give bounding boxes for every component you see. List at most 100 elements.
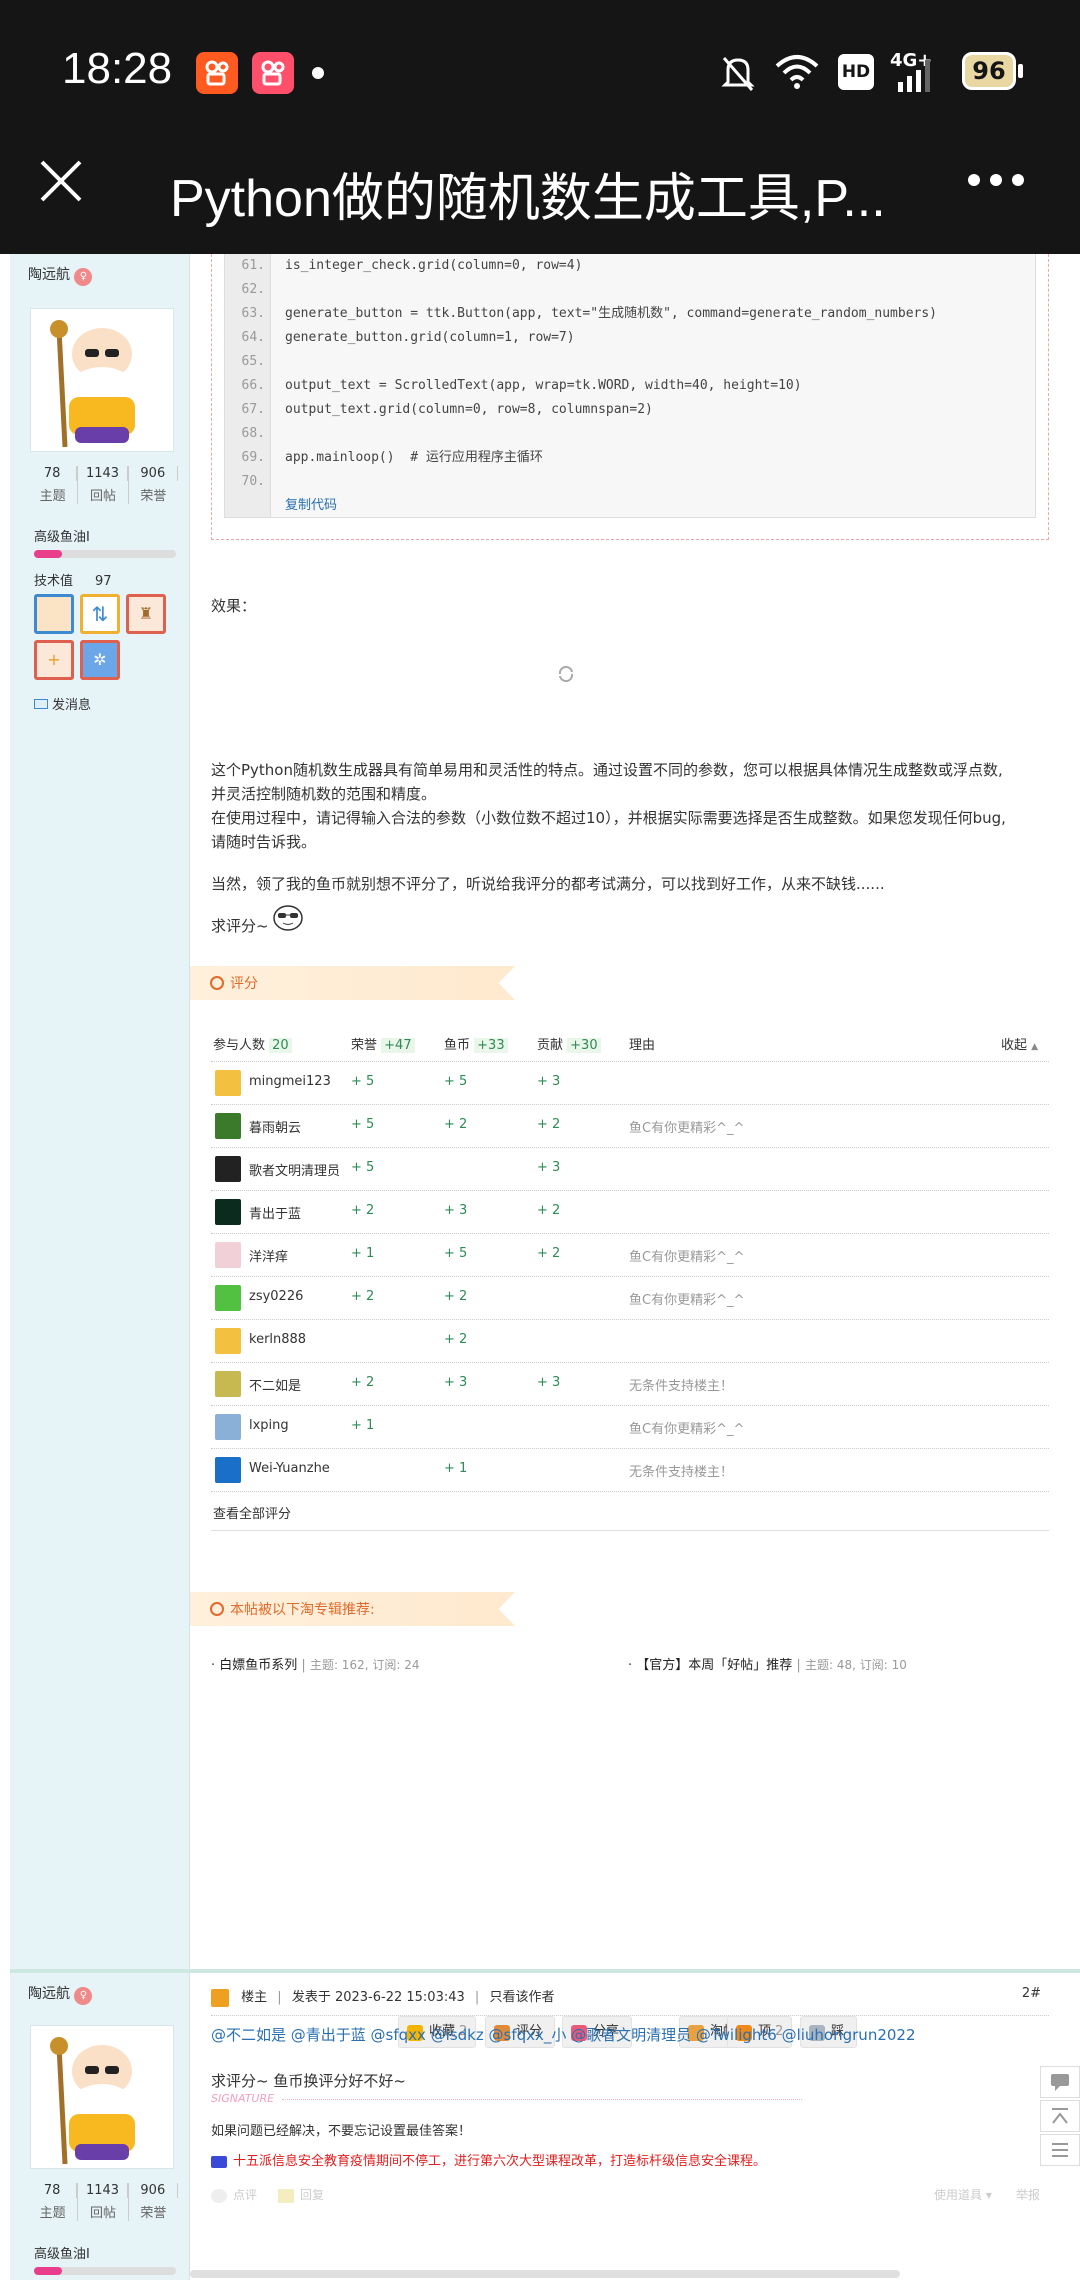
- medal-icon[interactable]: ⇅: [80, 594, 120, 634]
- album-name: 【官方】本周「好帖」推荐: [636, 1658, 793, 1673]
- stat-value: 78: [28, 2183, 78, 2198]
- rating-user[interactable]: 歌者文明清理员: [249, 1160, 340, 1179]
- rating-contrib: + 2: [537, 1246, 561, 1261]
- rating-coin: + 2: [444, 1289, 468, 1304]
- user-avatar[interactable]: [215, 1285, 241, 1311]
- post2-meta: 楼主 | 发表于 2023-6-22 15:03:43 | 只看该作者 2#: [211, 1986, 1049, 2016]
- signature-label: SIGNATURE: [211, 2092, 811, 2105]
- avatar[interactable]: [30, 308, 174, 452]
- signature-line: 如果问题已经解决，不要忘记设置最佳答案！: [211, 2124, 472, 2139]
- close-icon[interactable]: [38, 158, 84, 204]
- rating-coin: + 2: [444, 1332, 468, 1347]
- comment-tool-button[interactable]: [1040, 2066, 1080, 2098]
- stat-topics[interactable]: 78 主题: [28, 2183, 79, 2221]
- stat-replies[interactable]: 1143 回帖: [78, 466, 129, 504]
- author-name[interactable]: 陶远航 ♀: [28, 1983, 93, 2005]
- user-avatar[interactable]: [215, 1242, 241, 1268]
- line-text: output_text = ScrolledText(app, wrap=tk.…: [285, 378, 802, 393]
- line-number: 63.: [241, 306, 265, 321]
- stat-label: 荣誉: [140, 2206, 167, 2221]
- loading-image-icon: [558, 665, 574, 683]
- only-author-link[interactable]: 只看该作者: [489, 1990, 554, 2005]
- avatar[interactable]: [30, 2025, 174, 2169]
- user-avatar[interactable]: [215, 1113, 241, 1139]
- status-bar: 18:28 HD 4G+ 96: [0, 0, 1080, 140]
- more-options-icon[interactable]: [966, 172, 1026, 188]
- send-message-link[interactable]: 发消息: [34, 694, 91, 713]
- stat-topics[interactable]: 78 主题: [28, 466, 79, 504]
- code-line: 68.: [225, 422, 285, 446]
- mute-bell-icon: [721, 57, 755, 91]
- rating-honor: + 2: [351, 1375, 375, 1390]
- effect-label: 效果：: [211, 597, 257, 615]
- medal-icon[interactable]: ✲: [80, 640, 120, 680]
- recommend-section-header: 本帖被以下淘专辑推荐:: [190, 1592, 515, 1626]
- horizontal-scrollbar[interactable]: [190, 2270, 900, 2278]
- stat-value: 78: [28, 466, 78, 481]
- back-to-top-icon: [1052, 2108, 1068, 2124]
- wifi-icon: [775, 55, 819, 89]
- paragraph: 并灵活控制随机数的范围和精度。: [211, 785, 437, 803]
- report-link[interactable]: 举报: [1016, 2186, 1040, 2203]
- author-name[interactable]: 陶远航 ♀: [28, 264, 93, 286]
- user-avatar[interactable]: [215, 1457, 241, 1483]
- recommend-title: 本帖被以下淘专辑推荐:: [230, 1602, 375, 1618]
- author-name-text: 陶远航: [28, 267, 70, 283]
- rating-reason: 鱼C有你更精彩^_^: [629, 1293, 745, 1308]
- code-line: 66. output_text = ScrolledText(app, wrap=…: [225, 374, 802, 398]
- back-to-top-button[interactable]: [1040, 2100, 1080, 2132]
- medal-icon[interactable]: ♜: [126, 594, 166, 634]
- kuaishou-app-icon: [196, 52, 238, 94]
- view-all-ratings-link[interactable]: 查看全部评分: [213, 1503, 291, 1522]
- line-text: is_integer_check.grid(column=0, row=4): [285, 258, 583, 273]
- rating-user[interactable]: lxping: [249, 1418, 289, 1433]
- line-number: 66.: [241, 378, 265, 393]
- stat-label: 回帖: [89, 489, 116, 504]
- reply-link[interactable]: 回复: [278, 2186, 324, 2203]
- rating-user[interactable]: Wei-Yuanzhe: [249, 1461, 330, 1476]
- signature-label-text: SIGNATURE: [211, 2092, 275, 2105]
- rating-coin: + 1: [444, 1461, 468, 1476]
- user-avatar[interactable]: [215, 1414, 241, 1440]
- stat-value: 906: [129, 466, 178, 481]
- col-label: 贡献: [537, 1038, 564, 1053]
- user-avatar[interactable]: [215, 1070, 241, 1096]
- user-avatar[interactable]: [215, 1156, 241, 1182]
- list-tool-button[interactable]: [1040, 2134, 1080, 2166]
- rating-user[interactable]: 暮雨朝云: [249, 1117, 301, 1136]
- rate-comment-link[interactable]: 点评: [211, 2186, 257, 2203]
- use-tools-link[interactable]: 使用道具 ▾: [934, 2186, 992, 2203]
- stat-honor[interactable]: 906 荣誉: [129, 2183, 178, 2221]
- recommend-item[interactable]: · 白嫖鱼币系列 | 主题: 162, 订阅: 24: [211, 1654, 419, 1673]
- stat-honor[interactable]: 906 荣誉: [129, 466, 178, 504]
- line-number: 65.: [241, 354, 265, 369]
- rating-user[interactable]: 洋洋痒: [249, 1246, 288, 1265]
- user-avatar[interactable]: [215, 1371, 241, 1397]
- copy-code-link[interactable]: 复制代码: [285, 494, 337, 513]
- rating-user[interactable]: 不二如是: [249, 1375, 301, 1394]
- user-avatar[interactable]: [215, 1328, 241, 1354]
- rate-comment-label: 点评: [233, 2188, 258, 2202]
- recommend-item[interactable]: · 【官方】本周「好帖」推荐 | 主题: 48, 订阅: 10: [628, 1654, 907, 1673]
- rank-progress-fill: [34, 550, 63, 558]
- user-avatar[interactable]: [215, 1199, 241, 1225]
- medal-icon[interactable]: [34, 594, 74, 634]
- post-number[interactable]: 2#: [1022, 1986, 1041, 2001]
- rating-user[interactable]: kerln888: [249, 1332, 306, 1347]
- rating-row: mingmei123 + 5 + 5 + 3: [211, 1062, 1049, 1105]
- medal-icon[interactable]: +: [34, 640, 74, 680]
- collapse-button[interactable]: 收起 ▲: [1001, 1034, 1038, 1053]
- rating-user[interactable]: mingmei123: [249, 1074, 331, 1089]
- rating-row: kerln888 + 2: [211, 1320, 1049, 1363]
- stat-label: 主题: [39, 489, 66, 504]
- rating-honor: + 1: [351, 1418, 375, 1433]
- stat-replies[interactable]: 1143 回帖: [78, 2183, 129, 2221]
- rating-user[interactable]: 青出于蓝: [249, 1203, 301, 1222]
- reply-label: 回复: [300, 2188, 325, 2202]
- mentions[interactable]: @不二如是 @青出于蓝 @sfqxx @isdkz @sfqxx_小 @歌者文明…: [211, 2024, 916, 2045]
- code-line: 65.: [225, 350, 285, 374]
- list-icon: [1052, 2143, 1068, 2157]
- signature-ad[interactable]: 十五派信息安全教育疫情期间不停工，进行第六次大型课程改革，打造标杆级信息安全课程…: [211, 2150, 766, 2169]
- line-number: 64.: [241, 330, 265, 345]
- rating-user[interactable]: zsy0226: [249, 1289, 303, 1304]
